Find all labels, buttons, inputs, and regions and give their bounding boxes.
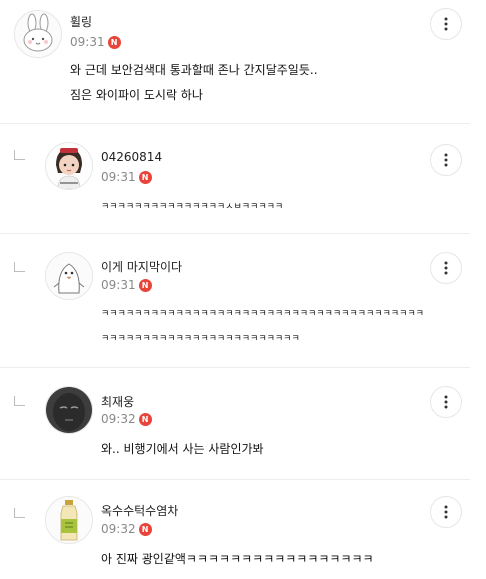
new-badge: N: [107, 35, 121, 49]
comment-text-line: 와.. 비행기에서 사는 사람인가봐: [101, 442, 264, 456]
comment-text-line: 아 진짜 광인같액ㅋㅋㅋㅋㅋㅋㅋㅋㅋㅋㅋㅋㅋㅋㅋㅋㅋ: [101, 552, 374, 566]
more-vertical-icon: [444, 153, 448, 167]
reply-indicator-icon: [14, 396, 25, 406]
reply-indicator-icon: [14, 150, 25, 160]
comment-text-line: ㅋㅋㅋㅋㅋㅋㅋㅋㅋㅋㅋㅋㅋㅋㅋㅋㅋㅋㅋㅋㅋㅋㅋㅋ: [101, 334, 300, 344]
comment-meta: 09:32 N: [101, 412, 152, 426]
comment-author[interactable]: 이게 마지막이다: [101, 258, 182, 275]
dark-face-icon: [46, 387, 92, 433]
more-vertical-icon: [444, 17, 448, 31]
avatar[interactable]: [45, 496, 93, 544]
new-badge: N: [138, 522, 152, 536]
avatar[interactable]: [45, 142, 93, 190]
more-options-button[interactable]: [430, 252, 462, 284]
comment-text-line: 짐은 와이파이 도시락 하나: [70, 88, 203, 102]
tea-bottle-icon: [46, 497, 92, 543]
avatar[interactable]: [14, 10, 62, 58]
divider: [0, 367, 470, 368]
new-badge: N: [138, 170, 152, 184]
comment-text: ㅋㅋㅋㅋㅋㅋㅋㅋㅋㅋㅋㅋㅋㅋㅋㅋㅋㅋㅋㅋㅋㅋㅋㅋㅋㅋㅋㅋㅋㅋㅋㅋㅋㅋㅋㅋㅋㅋㅋ …: [101, 302, 424, 352]
comment-text: 와 근데 보안검색대 통과할때 존나 간지달주일듯.. 짐은 와이파이 도시락 …: [70, 58, 318, 108]
comment-text: ㅋㅋㅋㅋㅋㅋㅋㅋㅋㅋㅋㅋㅋㅋㅋㅅㅂㅋㅋㅋㅋㅋ: [101, 195, 283, 220]
rabbit-icon: [15, 11, 61, 57]
divider: [0, 479, 470, 480]
new-badge: N: [138, 412, 152, 426]
comment-author[interactable]: 최재웅: [101, 393, 134, 410]
comment-meta: 09:31 N: [70, 35, 121, 49]
divider: [0, 233, 470, 234]
doll-icon: [46, 143, 92, 189]
reply-indicator-icon: [14, 508, 25, 518]
comment-meta: 09:32 N: [101, 522, 152, 536]
comment-time: 09:31: [70, 35, 105, 49]
comment-time: 09:31: [101, 170, 136, 184]
comment-time: 09:32: [101, 522, 136, 536]
comment-meta: 09:31 N: [101, 278, 152, 292]
more-vertical-icon: [444, 395, 448, 409]
comment-text-line: ㅋㅋㅋㅋㅋㅋㅋㅋㅋㅋㅋㅋㅋㅋㅋㅋㅋㅋㅋㅋㅋㅋㅋㅋㅋㅋㅋㅋㅋㅋㅋㅋㅋㅋㅋㅋㅋㅋㅋ: [101, 309, 424, 319]
more-options-button[interactable]: [430, 144, 462, 176]
divider: [0, 123, 470, 124]
comment-time: 09:32: [101, 412, 136, 426]
comment-text: 와.. 비행기에서 사는 사람인가봐: [101, 437, 264, 462]
comment-author[interactable]: 휠링: [70, 13, 92, 30]
more-vertical-icon: [444, 261, 448, 275]
more-options-button[interactable]: [430, 496, 462, 528]
more-options-button[interactable]: [430, 8, 462, 40]
comment-time: 09:31: [101, 278, 136, 292]
comment-author[interactable]: 옥수수턱수염차: [101, 502, 178, 519]
comment-meta: 09:31 N: [101, 170, 152, 184]
reply-indicator-icon: [14, 262, 25, 272]
avatar[interactable]: [45, 252, 93, 300]
comment-text-line: ㅋㅋㅋㅋㅋㅋㅋㅋㅋㅋㅋㅋㅋㅋㅋㅅㅂㅋㅋㅋㅋㅋ: [101, 202, 284, 212]
more-vertical-icon: [444, 505, 448, 519]
more-options-button[interactable]: [430, 386, 462, 418]
comment-author[interactable]: 04260814: [101, 150, 162, 164]
comment-text-line: 와 근데 보안검색대 통과할때 존나 간지달주일듯..: [70, 63, 318, 77]
new-badge: N: [138, 278, 152, 292]
comment-text: 아 진짜 광인같액ㅋㅋㅋㅋㅋㅋㅋㅋㅋㅋㅋㅋㅋㅋㅋㅋㅋ: [101, 547, 374, 572]
avatar[interactable]: [45, 386, 93, 434]
penguin-icon: [46, 253, 92, 299]
